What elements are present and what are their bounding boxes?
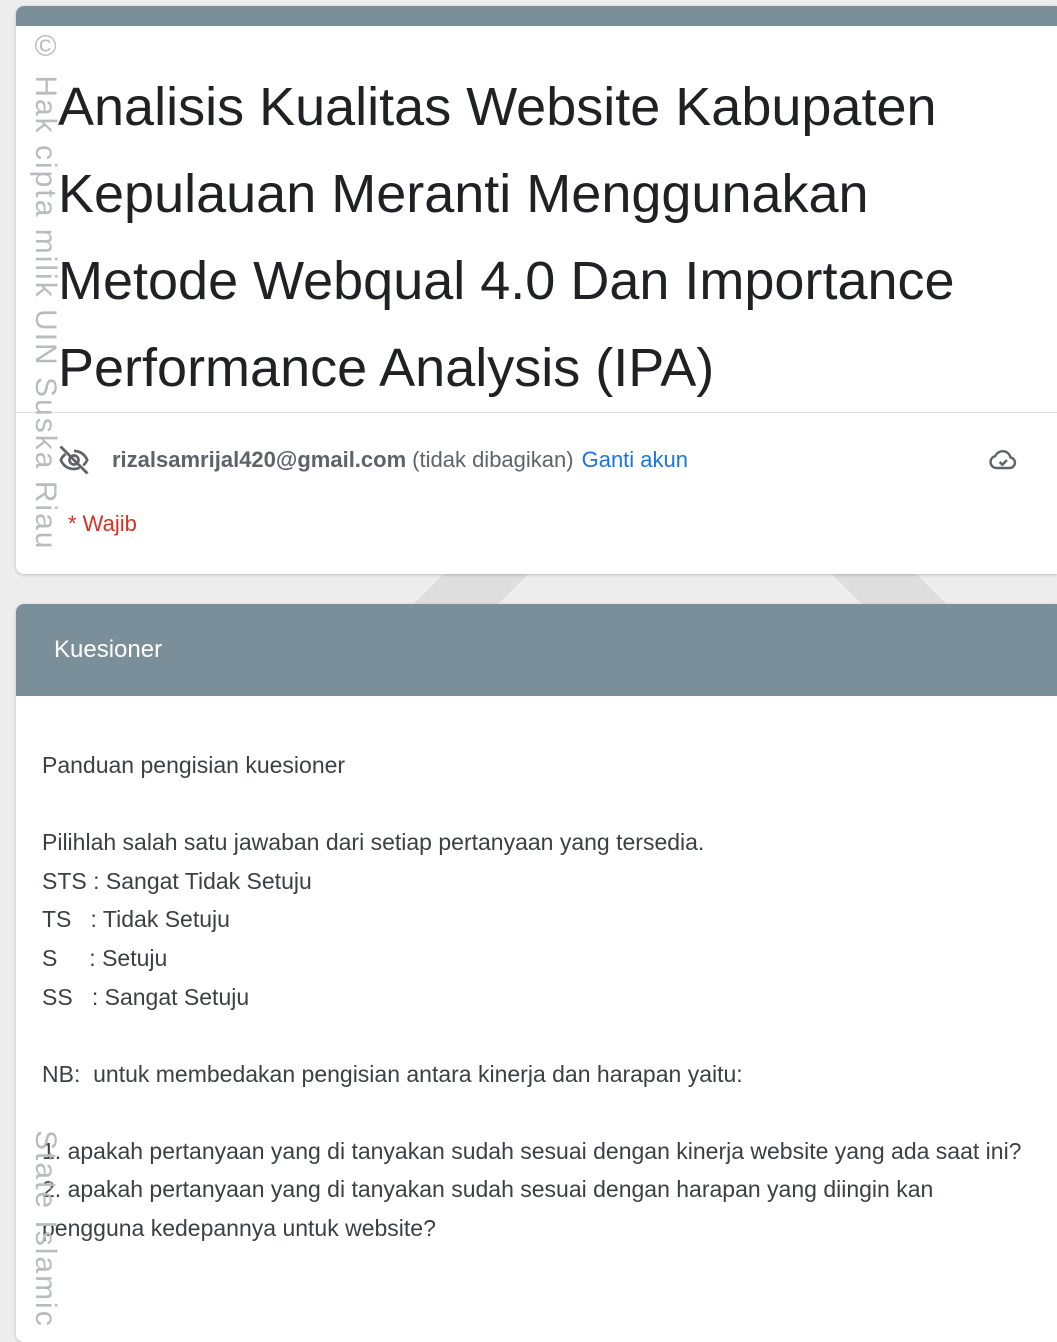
cloud-saved-icon[interactable] — [987, 444, 1019, 476]
form-title: Analisis Kualitas Website Kabupaten Kepu… — [58, 77, 955, 398]
note-item-1: 1. apakah pertanyaan yang di tanyakan su… — [42, 1137, 1022, 1164]
note-item-2: 2. apakah pertanyaan yang di tanyakan su… — [42, 1176, 940, 1242]
switch-account-link[interactable]: Ganti akun — [582, 447, 688, 473]
account-row: rizalsamrijal420@gmail.com (tidak dibagi… — [56, 440, 1057, 480]
header-divider — [16, 412, 1057, 413]
scale-item-sts: STS : Sangat Tidak Setuju — [42, 867, 312, 894]
scale-item-ts: TS : Tidak Setuju — [42, 906, 230, 933]
required-note: * Wajib — [68, 511, 137, 536]
not-shared-label: (tidak dibagikan) — [412, 447, 574, 472]
section-header: Kuesioner — [16, 604, 1057, 696]
account-email: rizalsamrijal420@gmail.com — [112, 447, 407, 472]
header-stripe — [16, 6, 1057, 26]
scale-item-s: S : Setuju — [42, 945, 168, 972]
section-description: Panduan pengisian kuesioner Pilihlah sal… — [16, 696, 1057, 1248]
section-card: Kuesioner Panduan pengisian kuesioner Pi… — [16, 604, 1057, 1342]
note-text: NB: untuk membedakan pengisian antara ki… — [42, 1060, 743, 1087]
form-header-card: Analisis Kualitas Website Kabupaten Kepu… — [16, 6, 1057, 574]
instruction-text: Pilihlah salah satu jawaban dari setiap … — [42, 828, 705, 855]
scale-item-ss: SS : Sangat Setuju — [42, 983, 250, 1010]
guide-title: Panduan pengisian kuesioner — [42, 752, 346, 778]
eye-off-icon — [59, 445, 89, 475]
